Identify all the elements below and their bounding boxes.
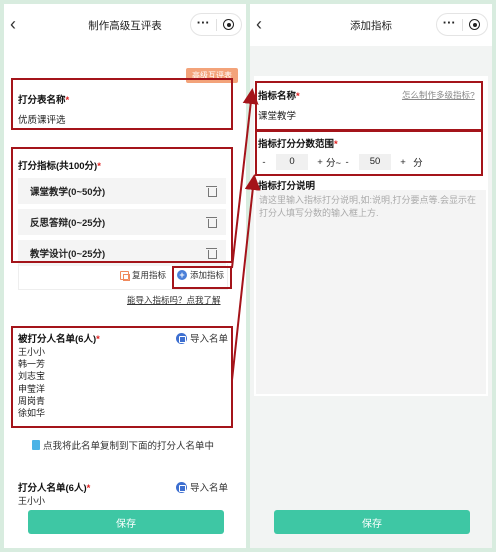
- target-icon[interactable]: [463, 19, 488, 30]
- import-indicator-help-link[interactable]: 能导入指标吗？点我了解: [127, 294, 221, 306]
- highlight-box: [11, 147, 233, 263]
- page-title: 制作高级互评表: [88, 19, 162, 32]
- right-screen: ‹ 添加指标 ··· 指标名称* 怎么制作多级指标? 课堂教学 指标打分分数范围…: [250, 4, 492, 548]
- navbar: ‹ 添加指标 ···: [250, 4, 492, 46]
- import-icon: [176, 481, 187, 493]
- highlight-box: [172, 266, 232, 289]
- import-raters-names-button[interactable]: 导入名单: [176, 480, 228, 494]
- mini-program-capsule: ···: [190, 13, 242, 36]
- copy-names-button[interactable]: 点我将此名单复制到下面的打分人名单中: [32, 438, 214, 452]
- page-title: 添加指标: [350, 19, 392, 32]
- more-icon[interactable]: ···: [437, 15, 462, 30]
- copy-icon: [120, 270, 130, 281]
- target-icon[interactable]: [217, 19, 242, 30]
- left-screen: ‹ 制作高级互评表 ··· 高级互评表 打分表名称* 优质课评选 打分指标(共1…: [4, 4, 246, 548]
- back-icon[interactable]: ‹: [256, 14, 262, 34]
- document-icon: [32, 440, 40, 450]
- raters-list-label: 打分人名单(6人)*: [18, 483, 91, 494]
- highlight-box: [255, 130, 483, 176]
- description-textarea[interactable]: 请这里输入指标打分说明,如:说明,打分要点等.会显示在打分人填写分数的输入框上方…: [256, 190, 486, 394]
- save-button[interactable]: 保存: [28, 510, 224, 534]
- highlight-box: [11, 78, 233, 130]
- more-icon[interactable]: ···: [191, 15, 216, 30]
- navbar: ‹ 制作高级互评表 ···: [4, 4, 246, 46]
- back-icon[interactable]: ‹: [10, 14, 16, 34]
- reuse-indicator-button[interactable]: 复用指标: [120, 269, 166, 281]
- highlight-box: [255, 81, 483, 131]
- save-button[interactable]: 保存: [274, 510, 470, 534]
- mini-program-capsule: ···: [436, 13, 488, 36]
- raters-names-textarea[interactable]: 王小小: [18, 495, 45, 507]
- highlight-box: [11, 326, 233, 428]
